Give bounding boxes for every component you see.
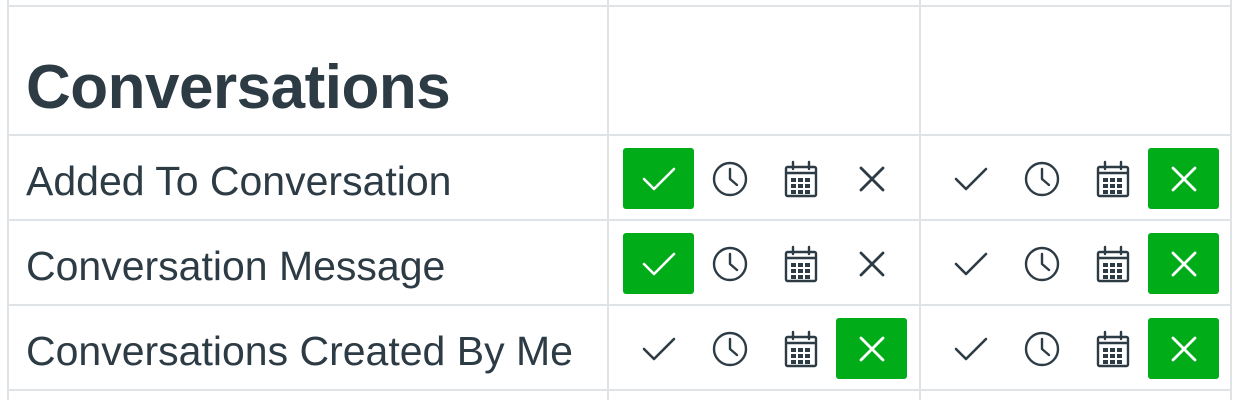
x-icon <box>852 159 892 199</box>
option-button-daily[interactable] <box>694 318 765 379</box>
option-button-weekly[interactable] <box>765 233 836 294</box>
calendar-icon <box>781 244 821 284</box>
check-icon <box>639 244 679 284</box>
row-label-conversation-message: Conversation Message <box>26 243 446 289</box>
check-icon <box>951 329 991 369</box>
check-icon <box>639 159 679 199</box>
option-button-daily[interactable] <box>1006 233 1077 294</box>
grid-divider <box>7 389 1231 391</box>
calendar-icon <box>781 159 821 199</box>
option-button-weekly[interactable] <box>1077 233 1148 294</box>
x-icon <box>852 244 892 284</box>
option-button-immediately[interactable] <box>623 233 694 294</box>
grid-divider <box>7 134 1231 136</box>
option-button-weekly[interactable] <box>1077 148 1148 209</box>
option-button-daily[interactable] <box>1006 148 1077 209</box>
x-icon <box>1164 244 1204 284</box>
check-icon <box>639 329 679 369</box>
option-button-daily[interactable] <box>694 233 765 294</box>
grid-divider <box>7 304 1231 306</box>
option-button-weekly[interactable] <box>1077 318 1148 379</box>
option-button-weekly[interactable] <box>765 148 836 209</box>
clock-icon <box>710 244 750 284</box>
option-button-never[interactable] <box>1148 318 1219 379</box>
option-button-never[interactable] <box>836 233 907 294</box>
x-icon <box>852 329 892 369</box>
clock-icon <box>710 159 750 199</box>
option-button-daily[interactable] <box>694 148 765 209</box>
clock-icon <box>710 329 750 369</box>
x-icon <box>1164 159 1204 199</box>
option-button-immediately[interactable] <box>623 148 694 209</box>
option-button-immediately[interactable] <box>935 318 1006 379</box>
section-title: Conversations <box>26 53 451 122</box>
grid-divider <box>7 5 1231 7</box>
option-button-immediately[interactable] <box>623 318 694 379</box>
grid-divider <box>919 0 921 400</box>
option-button-never[interactable] <box>836 318 907 379</box>
clock-icon <box>1022 329 1062 369</box>
calendar-icon <box>781 329 821 369</box>
grid-divider <box>7 219 1231 221</box>
x-icon <box>1164 329 1204 369</box>
clock-icon <box>1022 244 1062 284</box>
option-button-immediately[interactable] <box>935 233 1006 294</box>
grid-divider <box>607 0 609 400</box>
option-button-never[interactable] <box>836 148 907 209</box>
calendar-icon <box>1093 159 1133 199</box>
calendar-icon <box>1093 244 1133 284</box>
check-icon <box>951 244 991 284</box>
option-button-never[interactable] <box>1148 233 1219 294</box>
option-button-weekly[interactable] <box>765 318 836 379</box>
grid-divider <box>7 0 9 400</box>
row-label-added-to-conversation: Added To Conversation <box>26 158 452 204</box>
clock-icon <box>1022 159 1062 199</box>
grid-divider <box>1230 0 1232 400</box>
check-icon <box>951 159 991 199</box>
option-button-immediately[interactable] <box>935 148 1006 209</box>
option-button-never[interactable] <box>1148 148 1219 209</box>
calendar-icon <box>1093 329 1133 369</box>
option-button-daily[interactable] <box>1006 318 1077 379</box>
row-label-conversations-created-by-me: Conversations Created By Me <box>26 328 573 374</box>
